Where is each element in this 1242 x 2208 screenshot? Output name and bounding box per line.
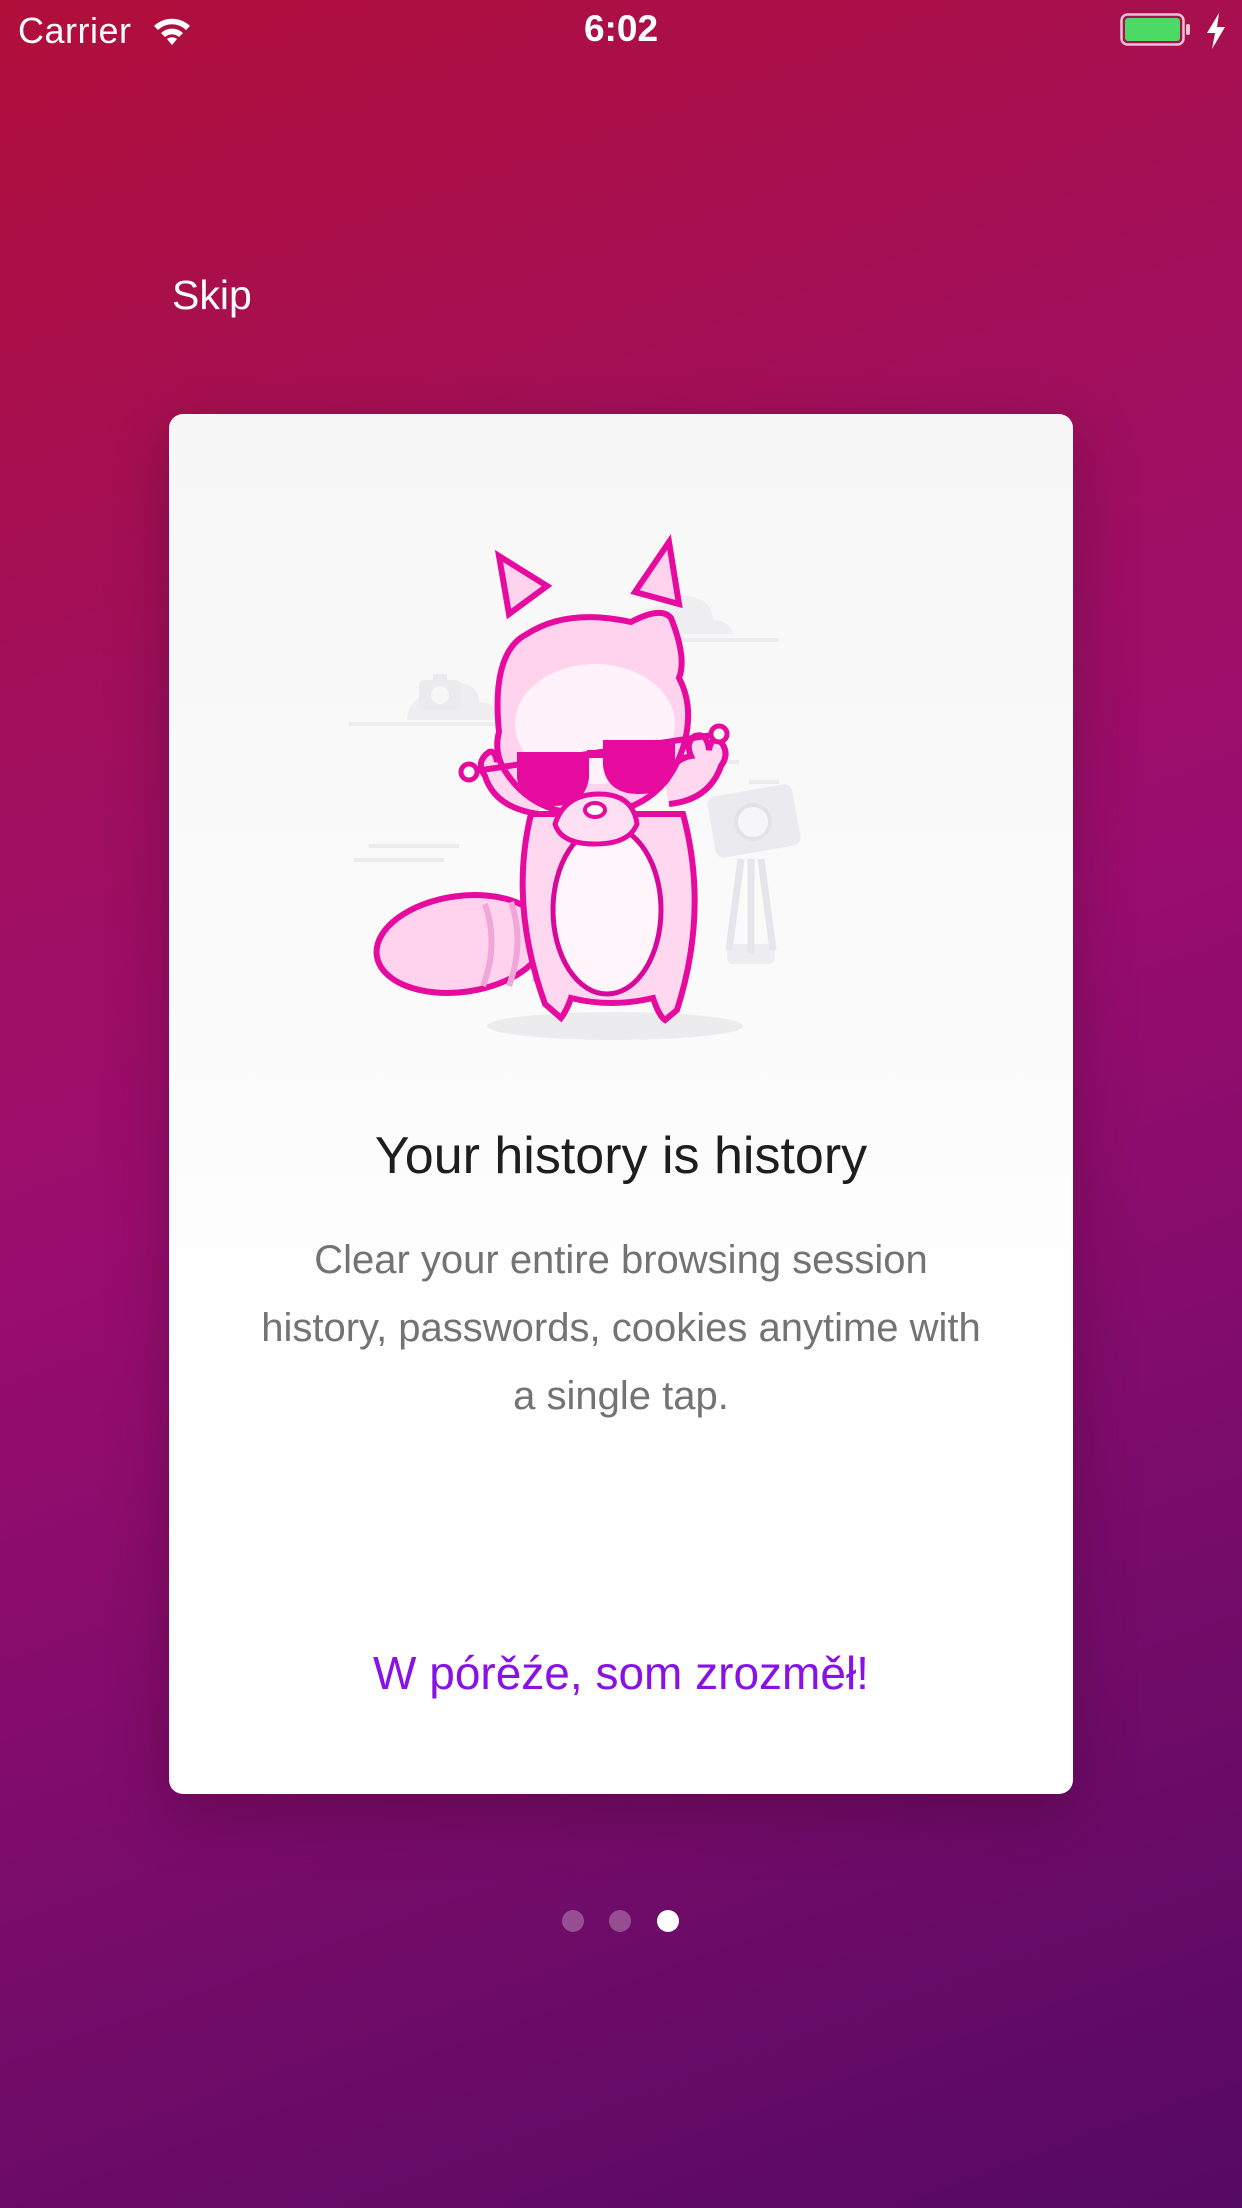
onboarding-description: Clear your entire browsing session histo… bbox=[261, 1238, 981, 1418]
charging-bolt-icon bbox=[1204, 12, 1228, 50]
skip-button[interactable]: Skip bbox=[172, 272, 252, 319]
onboarding-title: Your history is history bbox=[374, 1127, 868, 1185]
got-it-button[interactable]: W pórěźe, som zrozměł! bbox=[169, 1646, 1073, 1700]
page-indicator[interactable] bbox=[555, 1910, 685, 1936]
onboarding-card: Your history is history Clear your entir… bbox=[169, 414, 1073, 1794]
status-bar: Carrier 6:02 bbox=[0, 0, 1242, 60]
page-dot-3-active[interactable] bbox=[657, 1910, 679, 1932]
battery-icon bbox=[1120, 12, 1192, 48]
status-time: 6:02 bbox=[583, 8, 659, 49]
raccoon-mascot-illustration bbox=[349, 514, 909, 1074]
page-dot-2[interactable] bbox=[609, 1910, 631, 1932]
page-dot-1[interactable] bbox=[562, 1910, 584, 1932]
